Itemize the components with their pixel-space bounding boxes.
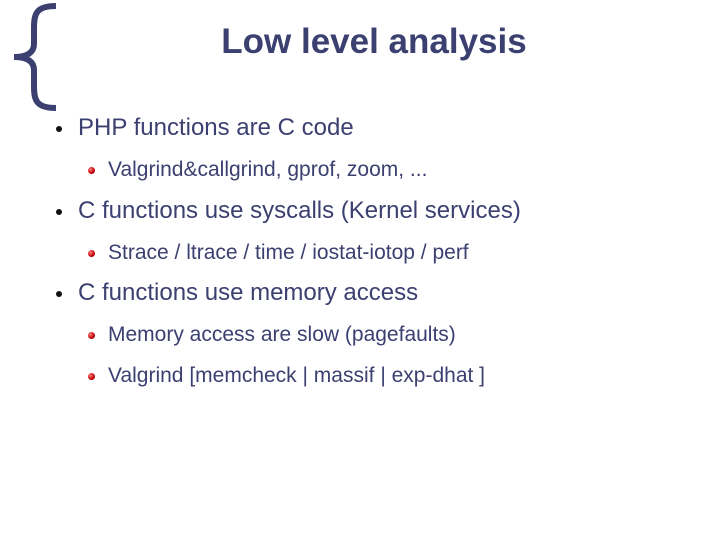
sub-bullet-item: Valgrind [memcheck | massif | exp-dhat ]: [88, 364, 485, 388]
sub-bullet-text: Valgrind [memcheck | massif | exp-dhat ]: [108, 364, 485, 387]
sub-bullet-item: Strace / ltrace / time / iostat-iotop / …: [88, 241, 469, 265]
bullet-text: C functions use memory access: [78, 279, 419, 306]
red-bullet-icon: [88, 250, 95, 257]
red-bullet-icon: [88, 332, 95, 339]
sub-bullet-text: Valgrind&callgrind, gprof, zoom, ...: [108, 158, 428, 181]
bullet-text: PHP functions are C code: [78, 114, 354, 141]
bullet-item: PHP functions are C code: [56, 114, 354, 142]
sub-bullet-text: Strace / ltrace / time / iostat-iotop / …: [108, 241, 469, 264]
bullet-item: C functions use memory access: [56, 279, 419, 307]
bullet-icon: [56, 126, 62, 132]
bullet-item: C functions use syscalls (Kernel service…: [56, 197, 521, 225]
sub-bullet-item: Valgrind&callgrind, gprof, zoom, ...: [88, 158, 428, 182]
bullet-icon: [56, 209, 62, 215]
slide-title: Low level analysis: [221, 22, 527, 61]
red-bullet-icon: [88, 167, 95, 174]
sub-bullet-text: Memory access are slow (pagefaults): [108, 323, 456, 346]
bullet-icon: [56, 291, 62, 297]
sub-bullet-item: Memory access are slow (pagefaults): [88, 323, 456, 347]
red-bullet-icon: [88, 373, 95, 380]
bullet-text: C functions use syscalls (Kernel service…: [78, 197, 521, 224]
